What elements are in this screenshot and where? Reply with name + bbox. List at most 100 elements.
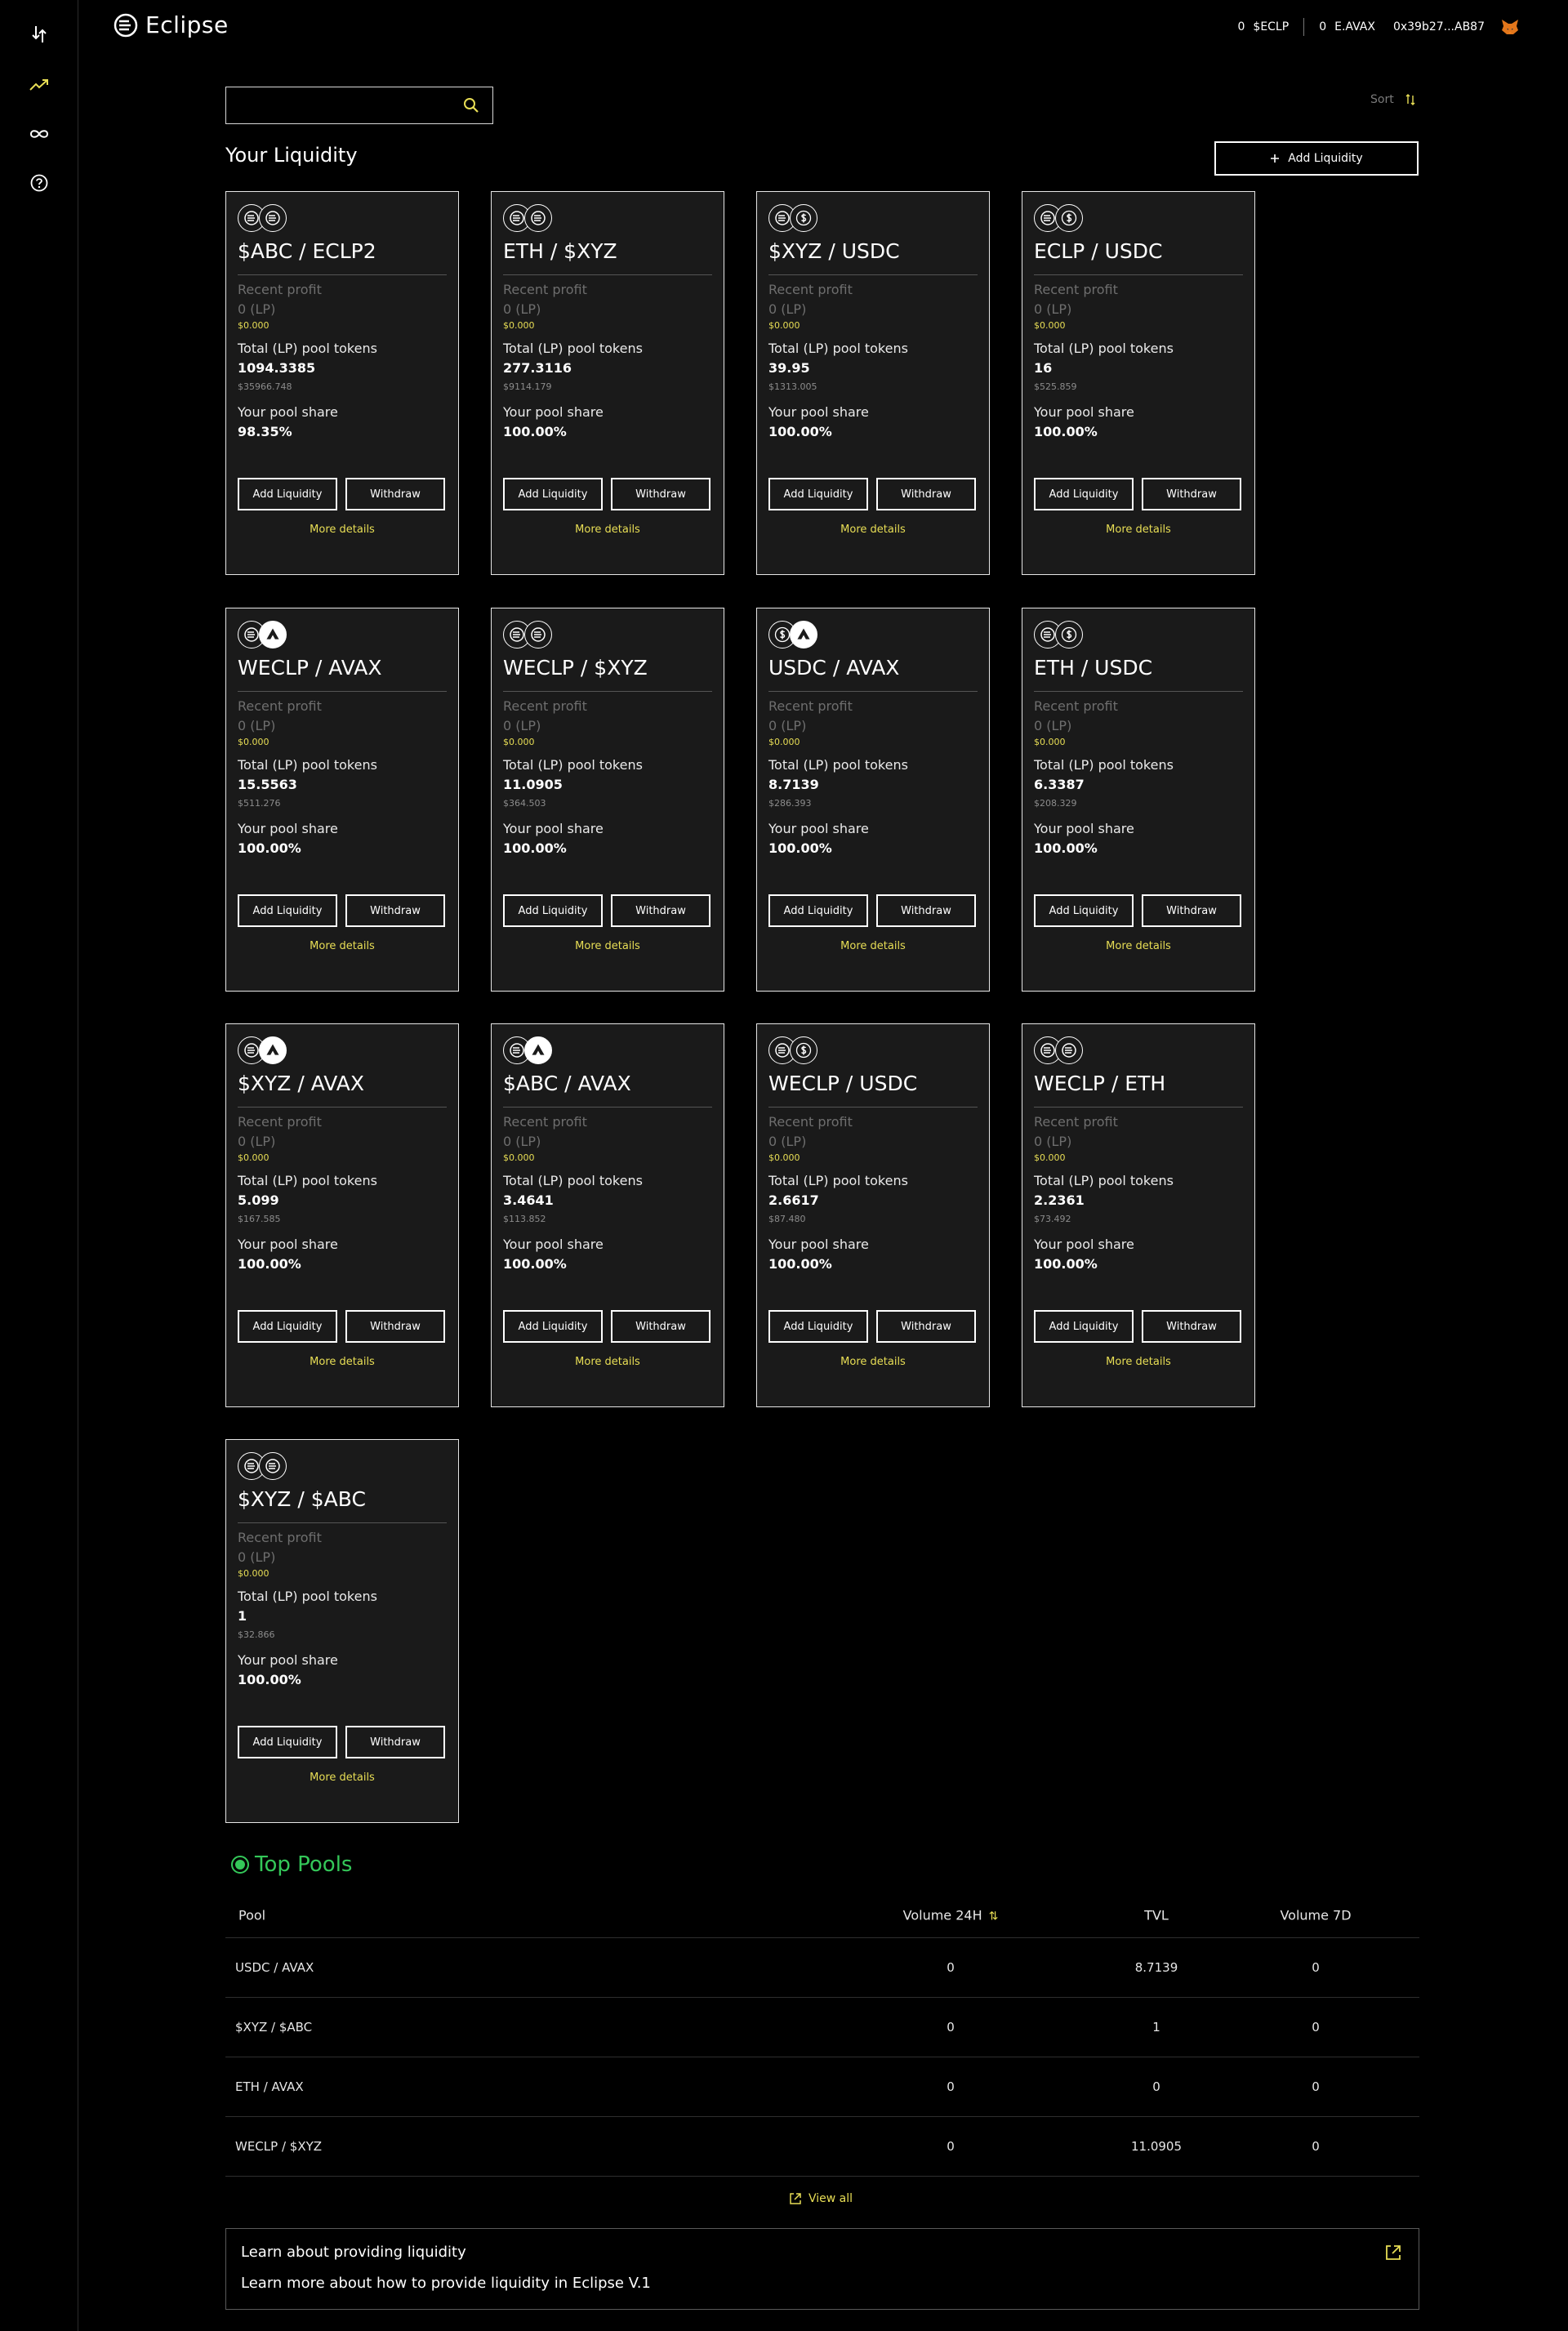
- learn-banner[interactable]: Learn about providing liquidity Learn mo…: [225, 2228, 1419, 2310]
- pair-icons: [238, 1036, 287, 1064]
- add-liquidity-button[interactable]: Add Liquidity: [768, 894, 868, 927]
- total-tokens-value: 1094.3385: [238, 360, 316, 376]
- more-details-link[interactable]: More details: [757, 524, 989, 536]
- withdraw-button[interactable]: Withdraw: [876, 894, 976, 927]
- pair-icons: [768, 204, 817, 232]
- more-details-link[interactable]: More details: [492, 1356, 724, 1368]
- more-details-link[interactable]: More details: [1022, 940, 1254, 952]
- trending-up-icon[interactable]: [26, 72, 52, 98]
- avax-coin-icon: [259, 1036, 287, 1064]
- withdraw-button[interactable]: Withdraw: [611, 478, 710, 510]
- col-volume-24h[interactable]: Volume 24H ⇅: [853, 1908, 1049, 1923]
- pool-share-label: Your pool share: [238, 1652, 338, 1668]
- pool-share-value: 100.00%: [238, 1672, 301, 1687]
- total-tokens-value: 39.95: [768, 360, 810, 376]
- total-tokens-usd: $511.276: [238, 798, 281, 809]
- total-tokens-label: Total (LP) pool tokens: [1034, 341, 1174, 356]
- liquidity-card: WECLP / ETH Recent profit 0 (LP) $0.000 …: [1022, 1023, 1255, 1407]
- external-link-icon[interactable]: [1384, 2244, 1402, 2262]
- wallet-address[interactable]: 0x39b27...AB87: [1390, 20, 1485, 33]
- swap-icon[interactable]: [26, 21, 52, 47]
- table-row[interactable]: WECLP / $XYZ 0 11.0905 0: [225, 2117, 1419, 2177]
- pool-share-label: Your pool share: [768, 821, 869, 836]
- pool-share-value: 100.00%: [1034, 1256, 1098, 1272]
- add-liquidity-button[interactable]: Add Liquidity: [238, 1310, 337, 1343]
- sort-button[interactable]: Sort: [1370, 93, 1415, 106]
- pool-share-value: 100.00%: [768, 1256, 832, 1272]
- more-details-link[interactable]: More details: [757, 1356, 989, 1368]
- metamask-fox-icon[interactable]: [1501, 19, 1519, 35]
- add-liquidity-button[interactable]: Add Liquidity: [238, 478, 337, 510]
- add-liquidity-button[interactable]: Add Liquidity: [768, 478, 868, 510]
- volume-24h: 0: [947, 2079, 955, 2094]
- more-details-link[interactable]: More details: [492, 940, 724, 952]
- recent-profit-usd: $0.000: [238, 1568, 270, 1579]
- withdraw-button[interactable]: Withdraw: [1142, 894, 1241, 927]
- withdraw-button[interactable]: Withdraw: [345, 1726, 445, 1758]
- withdraw-button[interactable]: Withdraw: [876, 1310, 976, 1343]
- eclipse-logo-icon: [114, 13, 138, 37]
- add-liquidity-button[interactable]: Add Liquidity: [1034, 894, 1134, 927]
- add-liquidity-button[interactable]: Add Liquidity: [1034, 1310, 1134, 1343]
- add-liquidity-button[interactable]: Add Liquidity: [768, 1310, 868, 1343]
- add-liquidity-button[interactable]: Add Liquidity: [503, 478, 603, 510]
- pool-share-value: 100.00%: [1034, 424, 1098, 439]
- help-icon[interactable]: [26, 170, 52, 196]
- add-liquidity-button[interactable]: Add Liquidity: [1034, 478, 1134, 510]
- balance-amount: 0: [1319, 20, 1327, 33]
- withdraw-button[interactable]: Withdraw: [345, 1310, 445, 1343]
- total-tokens-usd: $87.480: [768, 1214, 806, 1224]
- add-liquidity-button[interactable]: Add Liquidity: [1214, 141, 1419, 176]
- add-liquidity-button[interactable]: Add Liquidity: [238, 1726, 337, 1758]
- view-all-link[interactable]: View all: [789, 2192, 853, 2205]
- more-details-link[interactable]: More details: [1022, 1356, 1254, 1368]
- pair-icons: [503, 621, 552, 648]
- pool-name: $XYZ / $ABC: [235, 2020, 313, 2035]
- external-link-icon: [790, 2193, 801, 2204]
- table-row[interactable]: ETH / AVAX 0 0 0: [225, 2057, 1419, 2117]
- add-liquidity-button[interactable]: Add Liquidity: [238, 894, 337, 927]
- more-details-link[interactable]: More details: [757, 940, 989, 952]
- table-row[interactable]: $XYZ / $ABC 0 1 0: [225, 1998, 1419, 2057]
- divider: [503, 274, 712, 275]
- search-icon[interactable]: [463, 97, 479, 114]
- table-row[interactable]: USDC / AVAX 0 8.7139 0: [225, 1938, 1419, 1998]
- divider: [503, 1107, 712, 1108]
- infinity-icon[interactable]: [26, 121, 52, 147]
- withdraw-button[interactable]: Withdraw: [1142, 1310, 1241, 1343]
- add-liquidity-button[interactable]: Add Liquidity: [503, 894, 603, 927]
- withdraw-button[interactable]: Withdraw: [611, 1310, 710, 1343]
- total-tokens-usd: $9114.179: [503, 381, 552, 392]
- search-input[interactable]: [226, 87, 492, 123]
- add-liquidity-button[interactable]: Add Liquidity: [503, 1310, 603, 1343]
- withdraw-button[interactable]: Withdraw: [345, 478, 445, 510]
- more-details-link[interactable]: More details: [226, 1772, 458, 1784]
- more-details-link[interactable]: More details: [226, 940, 458, 952]
- recent-profit-lp: 0 (LP): [238, 301, 276, 317]
- more-details-link[interactable]: More details: [226, 524, 458, 536]
- total-tokens-value: 2.6617: [768, 1192, 819, 1208]
- more-details-link[interactable]: More details: [226, 1356, 458, 1368]
- total-tokens-value: 1: [238, 1608, 247, 1624]
- pool-share-label: Your pool share: [503, 821, 604, 836]
- withdraw-button[interactable]: Withdraw: [876, 478, 976, 510]
- balance-symbol: E.AVAX: [1334, 20, 1375, 33]
- recent-profit-usd: $0.000: [238, 737, 270, 747]
- table-body: USDC / AVAX 0 8.7139 0 $XYZ / $ABC 0 1 0…: [225, 1938, 1419, 2177]
- search-box: [225, 87, 493, 124]
- pool-name: ETH / AVAX: [235, 2079, 304, 2094]
- app-logo[interactable]: Eclipse: [113, 11, 229, 38]
- more-details-link[interactable]: More details: [492, 524, 724, 536]
- withdraw-button[interactable]: Withdraw: [345, 894, 445, 927]
- withdraw-button[interactable]: Withdraw: [611, 894, 710, 927]
- pool-share-label: Your pool share: [768, 404, 869, 420]
- total-tokens-value: 3.4641: [503, 1192, 554, 1208]
- eclipse-coin-icon: [259, 204, 287, 232]
- withdraw-button[interactable]: Withdraw: [1142, 478, 1241, 510]
- more-details-link[interactable]: More details: [1022, 524, 1254, 536]
- divider: [768, 1107, 978, 1108]
- divider: [238, 691, 447, 692]
- app-name: Eclipse: [145, 11, 229, 38]
- table-header: Pool Volume 24H ⇅ TVL Volume 7D: [225, 1893, 1419, 1938]
- liquidity-card: USDC / AVAX Recent profit 0 (LP) $0.000 …: [756, 608, 990, 992]
